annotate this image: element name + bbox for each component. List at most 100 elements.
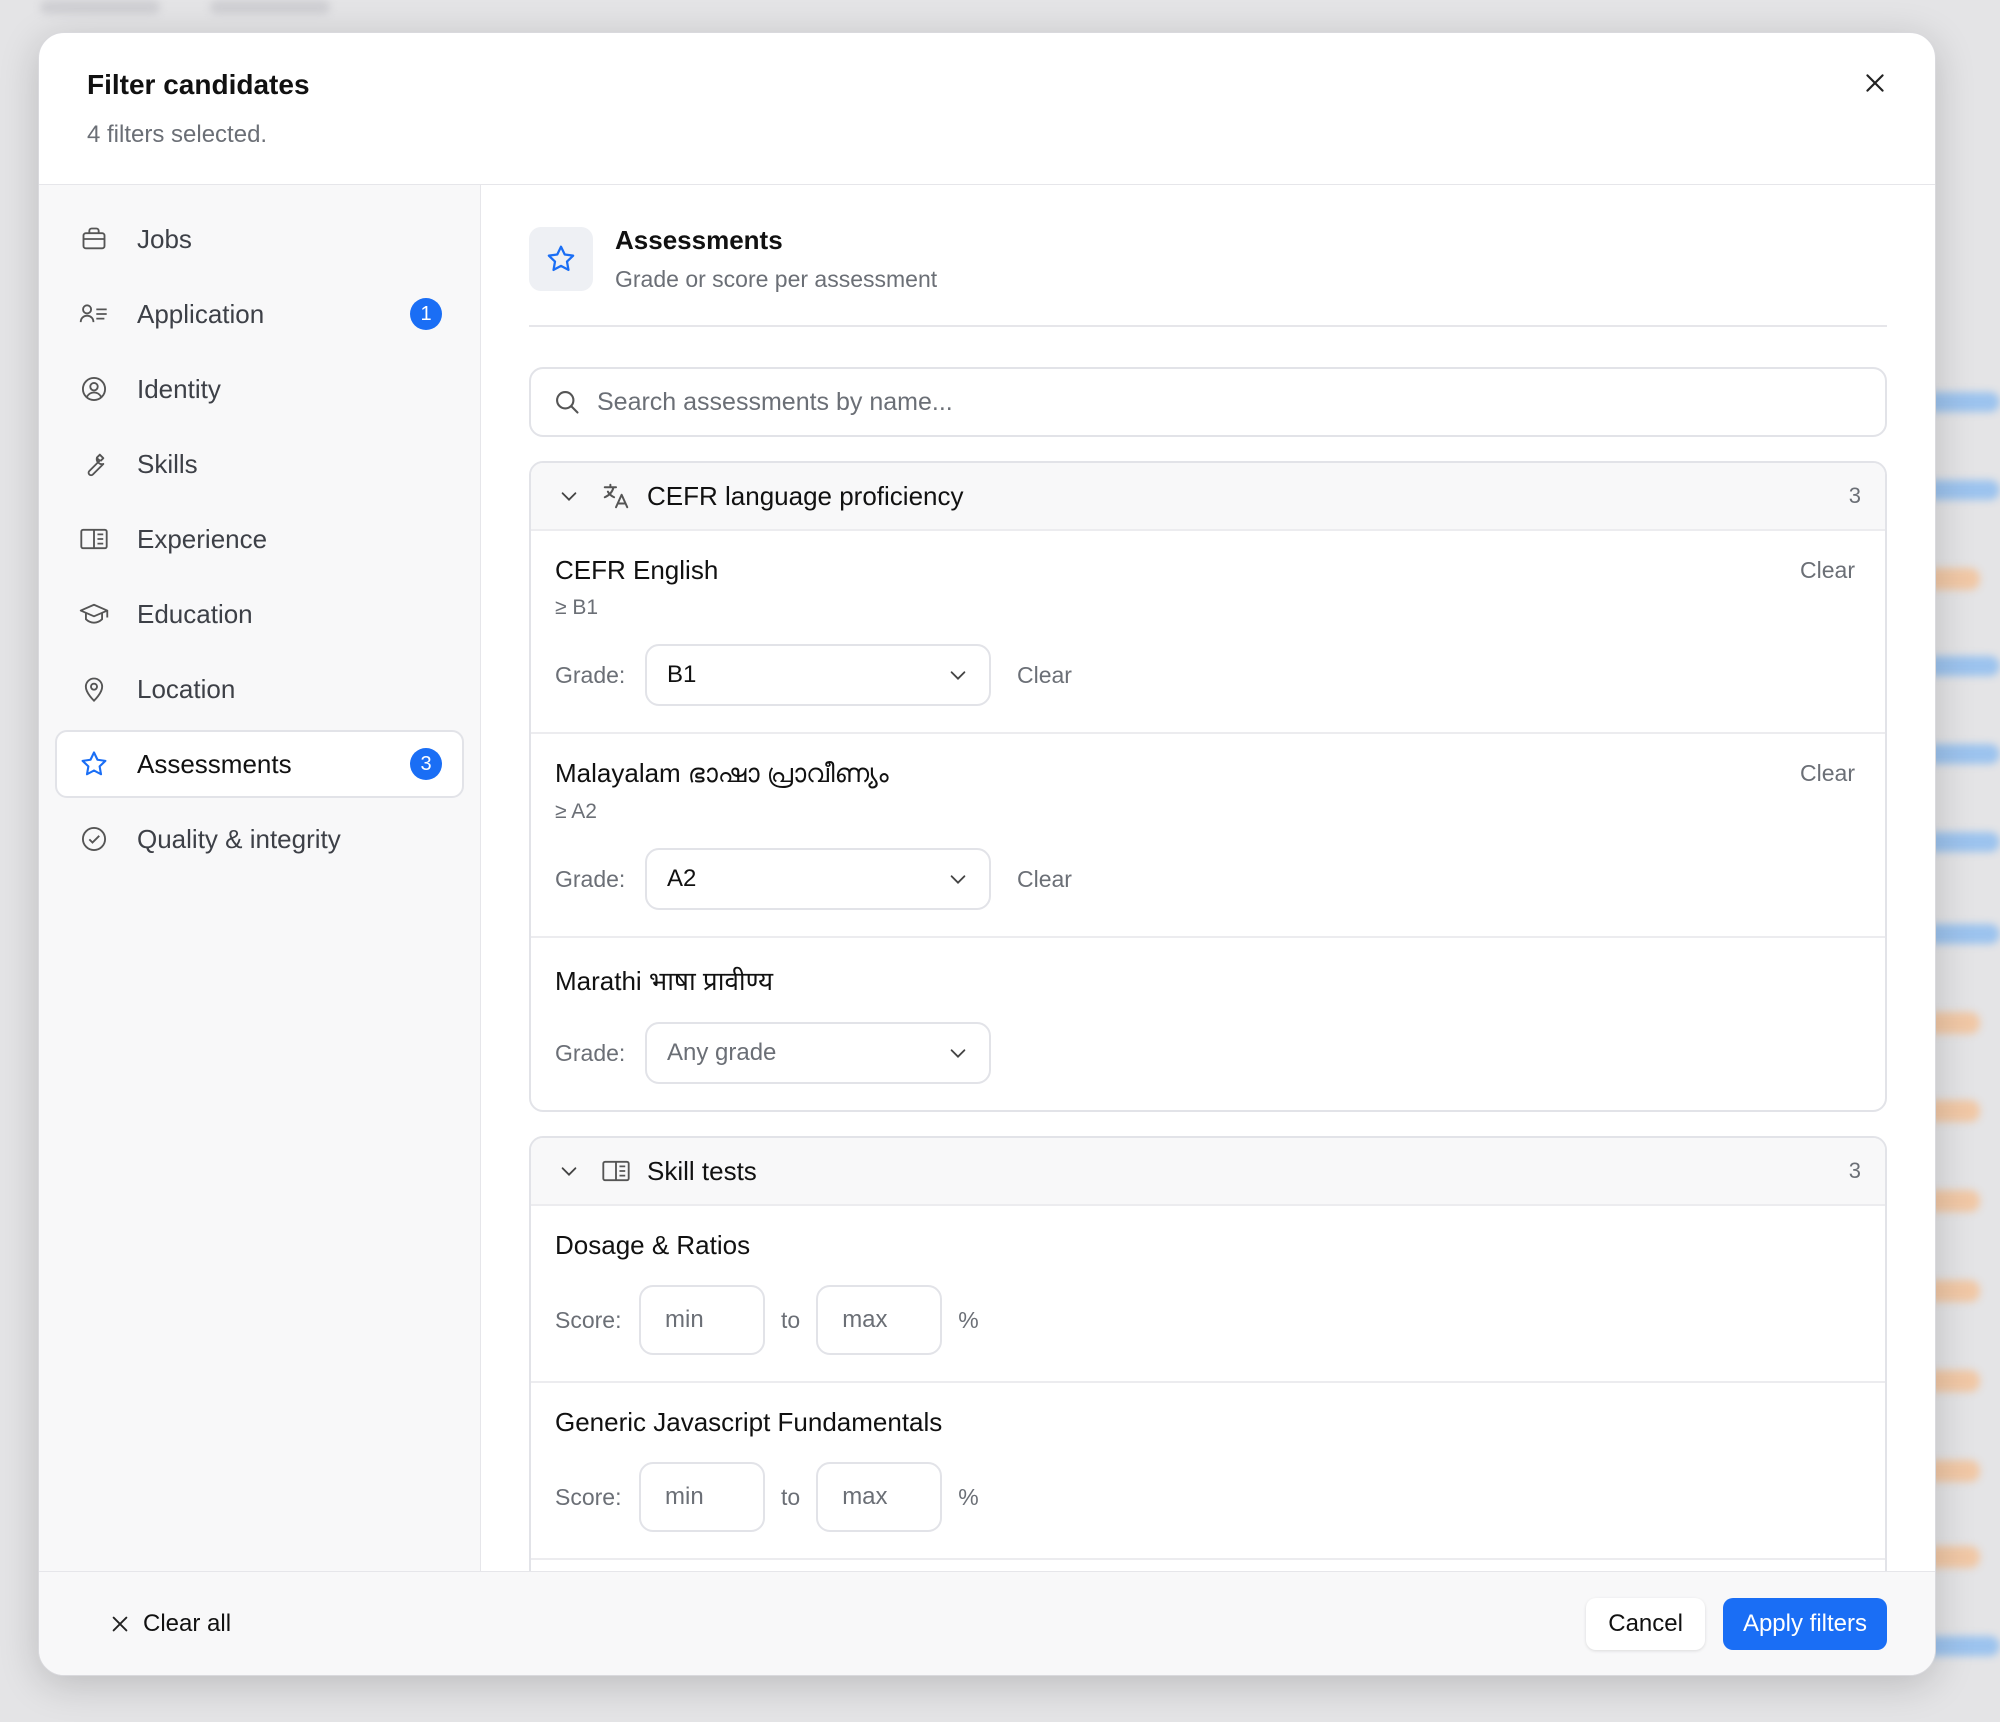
chevron-down-icon (950, 875, 966, 884)
score-max-input[interactable] (816, 1285, 943, 1355)
clear-all-label: Clear all (143, 1609, 232, 1637)
section-title: Assessments (615, 225, 783, 255)
group-title: CEFR language proficiency (647, 480, 964, 511)
assessment-item-partial (531, 1558, 1885, 1571)
group-count: 3 (1848, 483, 1861, 508)
assessment-name: Malayalam ഭാഷാ പ്രാവീണ്യം (555, 758, 889, 788)
book-open-icon (599, 1154, 633, 1188)
assessment-criteria: ≥ A2 (555, 800, 597, 823)
dialog-header: Filter candidates 4 filters selected. (39, 33, 1935, 185)
assessment-name: CEFR English (555, 555, 719, 585)
assessment-item: Malayalam ഭാഷാ പ്രാവീണ്യം ≥ A2 Clear Gra… (531, 732, 1885, 936)
group-header-toggle[interactable]: CEFR language proficiency 3 (531, 463, 1885, 529)
sidebar-item-application[interactable]: Application 1 (55, 280, 464, 348)
range-separator: to (781, 1306, 801, 1333)
grade-label: Grade: (555, 661, 626, 688)
background-hint (40, 0, 160, 14)
sidebar-item-label: Quality & integrity (137, 823, 341, 854)
person-list-icon (79, 299, 109, 329)
grade-value: A2 (667, 865, 697, 892)
filter-category-sidebar: Jobs Application 1 Identity Skills Exper… (39, 185, 481, 1571)
dialog-title: Filter candidates (87, 69, 310, 100)
chevron-down-icon (950, 671, 966, 680)
sidebar-item-jobs[interactable]: Jobs (55, 205, 464, 273)
filter-count-badge: 1 (410, 298, 442, 330)
user-circle-icon (79, 374, 109, 404)
group-count: 3 (1848, 1158, 1861, 1183)
sidebar-item-label: Jobs (137, 223, 192, 254)
wrench-icon (79, 449, 109, 479)
map-pin-icon (79, 674, 109, 704)
filter-count-badge: 3 (410, 748, 442, 780)
score-unit: % (958, 1483, 979, 1510)
range-separator: to (781, 1483, 801, 1510)
clear-assessment-button[interactable]: Clear (1800, 760, 1855, 787)
sidebar-item-quality-integrity[interactable]: Quality & integrity (55, 805, 464, 873)
assessment-name: Marathi भाषा प्रावीण्य (555, 966, 774, 996)
group-title: Skill tests (647, 1155, 757, 1186)
sidebar-item-label: Location (137, 673, 236, 704)
translate-icon (599, 479, 633, 513)
search-icon (556, 391, 579, 414)
assessment-name: Generic Javascript Fundamentals (555, 1407, 943, 1437)
apply-filters-button[interactable]: Apply filters (1722, 1597, 1887, 1650)
grade-label: Grade: (555, 865, 626, 892)
grade-row: Grade: Any grade (555, 1022, 1861, 1084)
sidebar-item-label: Skills (137, 448, 198, 479)
score-row: Score: to % (555, 1462, 1861, 1532)
filters-selected-count: 4 filters selected. (87, 121, 268, 148)
close-button[interactable] (1855, 63, 1895, 103)
score-max-input[interactable] (816, 1462, 943, 1532)
chevron-down-icon (555, 1157, 583, 1185)
assessment-item: Generic Javascript Fundamentals Score: t… (531, 1381, 1885, 1558)
clear-assessment-button[interactable]: Clear (1800, 557, 1855, 584)
sidebar-item-assessments[interactable]: Assessments 3 (55, 730, 464, 798)
sidebar-item-education[interactable]: Education (55, 580, 464, 648)
assessment-search (529, 367, 1887, 437)
score-label: Score: (555, 1483, 622, 1510)
dialog-footer: Clear all Cancel Apply filters (39, 1571, 1935, 1675)
assessment-group-cefr: CEFR language proficiency 3 CEFR English… (529, 461, 1887, 1112)
assessments-panel: Assessments Grade or score per assessmen… (481, 185, 1935, 1571)
grade-select[interactable]: B1 (645, 644, 991, 706)
chevron-down-icon (950, 1049, 966, 1058)
score-min-input[interactable] (639, 1285, 765, 1355)
star-icon (79, 749, 109, 779)
sidebar-item-label: Application (137, 298, 265, 329)
sidebar-item-experience[interactable]: Experience (55, 505, 464, 573)
sidebar-item-label: Experience (137, 523, 268, 554)
check-circle-icon (79, 824, 109, 854)
section-header: Assessments Grade or score per assessmen… (529, 225, 1887, 327)
briefcase-icon (79, 224, 109, 254)
assessment-item: Dosage & Ratios Score: to % (531, 1204, 1885, 1381)
clear-all-button[interactable]: Clear all (109, 1610, 231, 1638)
grade-select[interactable]: Any grade (645, 1022, 991, 1084)
assessment-item: Marathi भाषा प्रावीण्य Grade: Any grade (531, 936, 1885, 1110)
assessment-item: CEFR English ≥ B1 Clear Grade: B1 Clear (531, 529, 1885, 732)
score-row: Score: to % (555, 1285, 1861, 1355)
sidebar-item-skills[interactable]: Skills (55, 430, 464, 498)
assessment-name: Dosage & Ratios (555, 1230, 751, 1260)
dialog-body: Jobs Application 1 Identity Skills Exper… (39, 185, 1935, 1571)
score-label: Score: (555, 1306, 622, 1333)
cancel-button[interactable]: Cancel (1586, 1597, 1705, 1650)
grade-row: Grade: A2 Clear (555, 848, 1861, 910)
score-min-input[interactable] (639, 1462, 765, 1532)
grade-value: Any grade (667, 1039, 777, 1066)
score-unit: % (958, 1306, 979, 1333)
grade-select[interactable]: A2 (645, 848, 991, 910)
clear-grade-button[interactable]: Clear (1017, 866, 1072, 893)
search-input[interactable] (597, 387, 1863, 417)
group-header-toggle[interactable]: Skill tests 3 (531, 1138, 1885, 1204)
chevron-down-icon (555, 482, 583, 510)
section-description: Grade or score per assessment (615, 266, 938, 292)
star-icon (529, 227, 593, 291)
sidebar-item-identity[interactable]: Identity (55, 355, 464, 423)
sidebar-item-label: Assessments (137, 748, 292, 779)
close-icon (1866, 74, 1884, 92)
close-icon (109, 1613, 131, 1635)
grade-row: Grade: B1 Clear (555, 644, 1861, 706)
sidebar-item-location[interactable]: Location (55, 655, 464, 723)
sidebar-item-label: Education (137, 598, 253, 629)
clear-grade-button[interactable]: Clear (1017, 662, 1072, 689)
